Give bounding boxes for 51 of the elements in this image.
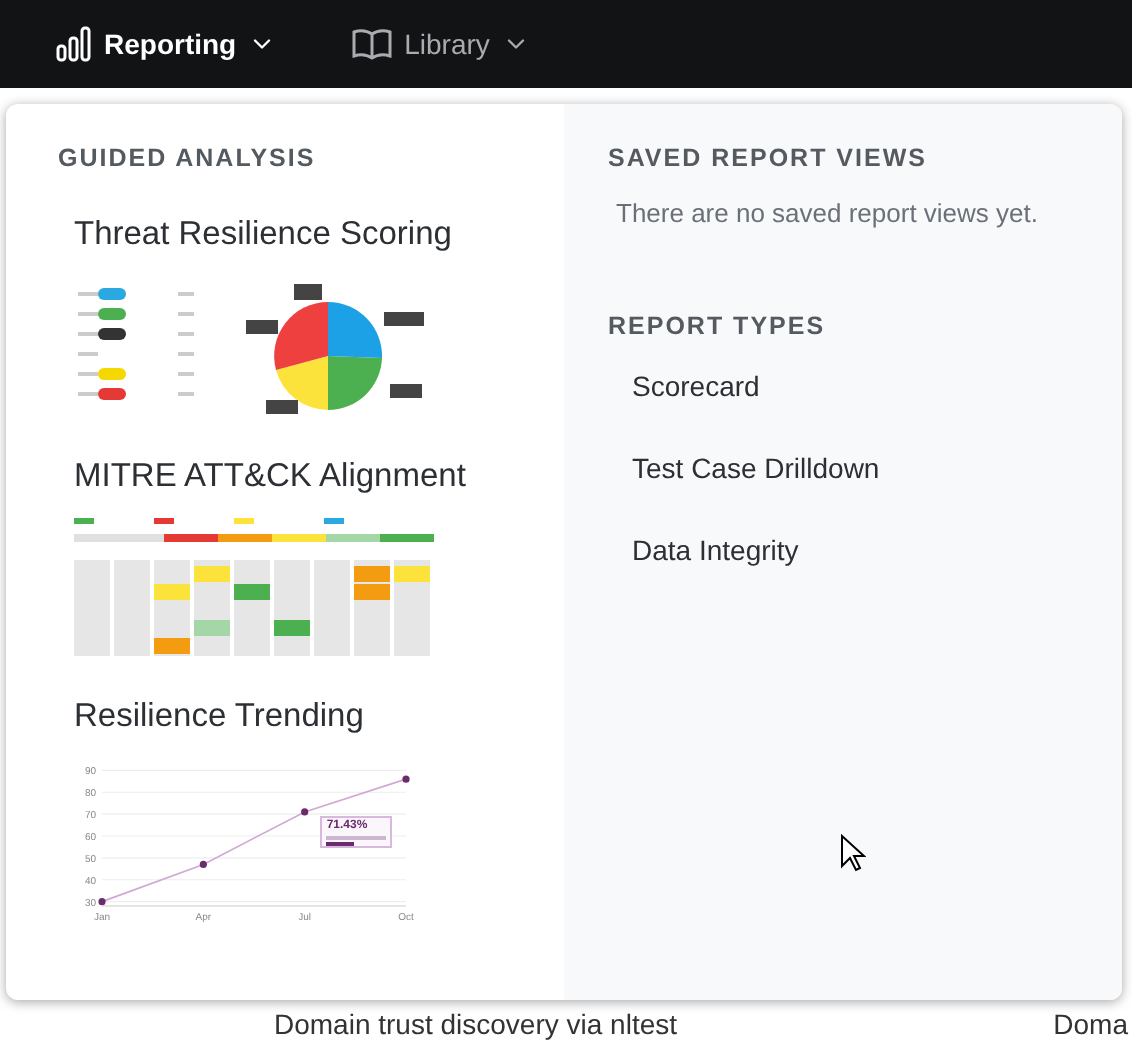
nav-menu-button[interactable]: Library bbox=[352, 23, 530, 65]
pie-slice bbox=[328, 355, 382, 409]
data-point bbox=[301, 808, 309, 816]
guided-analysis-link[interactable]: MITRE ATT&CK Alignment bbox=[74, 451, 564, 501]
legend-pill bbox=[98, 367, 126, 379]
tactic-column bbox=[74, 560, 110, 657]
tactic-column bbox=[114, 560, 150, 657]
section-heading: SAVED REPORT VIEWS bbox=[608, 142, 929, 176]
technique-cell bbox=[354, 584, 390, 601]
report-type-link[interactable]: Test Case Drilldown bbox=[632, 448, 880, 490]
nav-menu-button[interactable]: Reporting bbox=[56, 23, 277, 65]
table-cell: Domain trust discovery via nltest bbox=[274, 1008, 678, 1040]
report-type-link[interactable]: Data Integrity bbox=[632, 530, 799, 572]
data-point bbox=[199, 860, 207, 869]
guided-analysis-link[interactable]: Threat Resilience Scoring bbox=[74, 209, 564, 259]
tactic-column bbox=[314, 560, 350, 657]
section-heading: GUIDED ANALYSIS bbox=[58, 142, 318, 176]
value-tag bbox=[266, 399, 298, 413]
technique-cell bbox=[354, 566, 390, 583]
bar-chart-icon bbox=[56, 26, 92, 62]
legend-pill bbox=[98, 307, 126, 319]
technique-cell bbox=[154, 584, 190, 601]
pie-slice bbox=[328, 301, 382, 357]
pie-slice bbox=[274, 301, 328, 369]
legend-pill bbox=[324, 518, 344, 525]
technique-cell bbox=[154, 638, 190, 655]
empty-message: There are no saved report views yet. bbox=[614, 195, 1040, 232]
section-heading: REPORT TYPES bbox=[608, 310, 828, 345]
value-tag bbox=[294, 283, 322, 299]
technique-cell bbox=[194, 620, 230, 637]
guided-analysis-link[interactable]: Resilience Trending bbox=[74, 692, 564, 742]
legend-pill bbox=[74, 518, 94, 525]
table-cell: Doma bbox=[1053, 1008, 1128, 1040]
legend-pill bbox=[98, 287, 126, 299]
technique-cell bbox=[194, 566, 230, 583]
legend-pill bbox=[98, 387, 126, 399]
value-tag bbox=[390, 383, 422, 397]
technique-cell bbox=[234, 584, 270, 601]
technique-cell bbox=[274, 620, 310, 637]
pie-slice bbox=[276, 355, 328, 409]
value-tag bbox=[384, 311, 424, 325]
mouse-cursor-icon bbox=[840, 834, 866, 872]
data-point bbox=[402, 775, 410, 783]
technique-cell bbox=[394, 566, 430, 583]
report-type-link[interactable]: Scorecard bbox=[632, 366, 760, 408]
legend-pill bbox=[98, 327, 126, 339]
data-point bbox=[98, 898, 106, 906]
value-tag bbox=[246, 319, 278, 333]
legend-pill bbox=[154, 518, 174, 525]
legend-pill bbox=[234, 518, 254, 525]
book-icon bbox=[352, 28, 393, 60]
